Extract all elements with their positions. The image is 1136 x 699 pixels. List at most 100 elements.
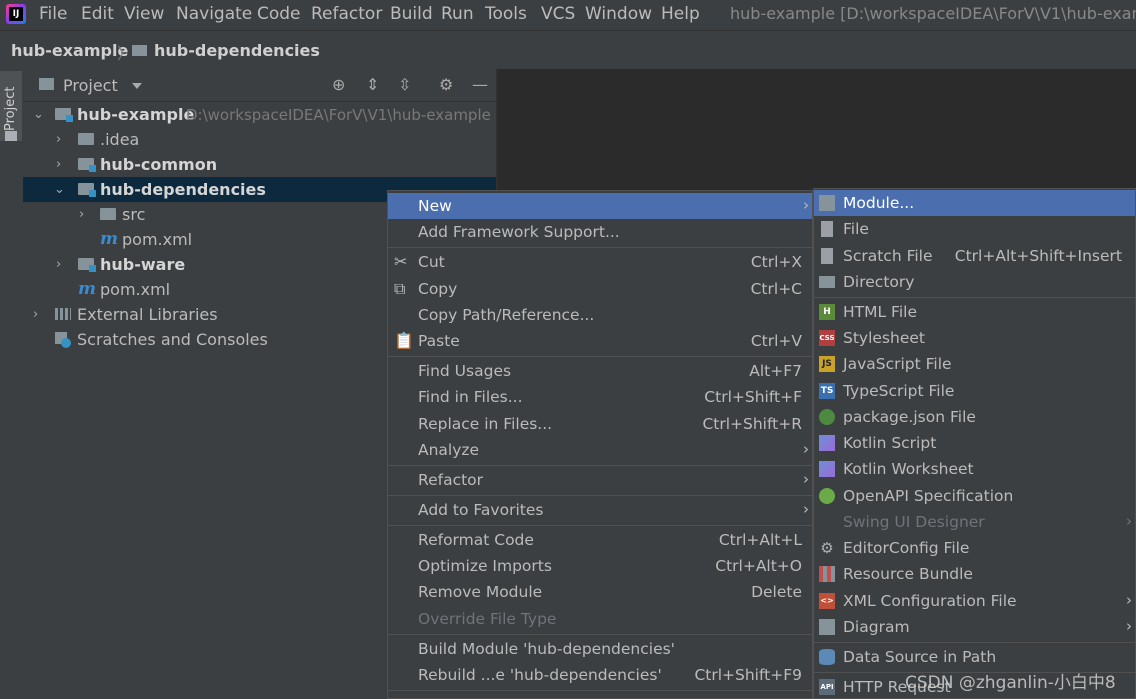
- menu-navigate[interactable]: Navigate: [176, 4, 252, 24]
- menu-item-find-usages[interactable]: Find Usages Alt+F7: [388, 358, 812, 384]
- folder-icon: [5, 131, 17, 141]
- menu-item-label: Cut: [418, 253, 445, 271]
- submenu-item-scratch-file[interactable]: Scratch File Ctrl+Alt+Shift+Insert: [814, 243, 1135, 269]
- minimize-icon[interactable]: —: [472, 77, 488, 93]
- submenu-item-label: Stylesheet: [843, 329, 925, 347]
- menu-item-add-framework-support[interactable]: Add Framework Support...: [388, 219, 812, 245]
- module-folder-icon: [78, 183, 96, 197]
- intellij-logo-icon: [6, 4, 26, 24]
- menu-code[interactable]: Code: [257, 4, 301, 24]
- submenu-item-javascript-file[interactable]: JS JavaScript File: [814, 351, 1135, 377]
- menu-item-label: Optimize Imports: [418, 557, 552, 575]
- submenu-item-kotlin-worksheet[interactable]: Kotlin Worksheet: [814, 456, 1135, 482]
- project-pane-title[interactable]: Project: [63, 76, 118, 95]
- menu-item-label: Find in Files...: [418, 388, 523, 406]
- menu-item-add-to-favorites[interactable]: Add to Favorites ›: [388, 497, 812, 523]
- menu-item-remove-module[interactable]: Remove Module Delete: [388, 579, 812, 605]
- menu-item-label: Replace in Files...: [418, 415, 553, 433]
- clipboard-icon: 📋: [394, 331, 414, 350]
- submenu-item-label: Directory: [843, 273, 915, 291]
- submenu-item-openapi[interactable]: OpenAPI Specification: [814, 483, 1135, 509]
- chevron-down-icon[interactable]: ⌄: [54, 182, 65, 197]
- submenu-item-resource-bundle[interactable]: Resource Bundle: [814, 561, 1135, 587]
- chevron-right-icon[interactable]: ›: [56, 132, 61, 147]
- tree-item-hub-common[interactable]: › hub-common: [23, 152, 496, 177]
- menu-item-copy-path[interactable]: Copy Path/Reference...: [388, 302, 812, 328]
- tree-item-label: hub-common: [100, 155, 218, 174]
- menu-item-label: Copy Path/Reference...: [418, 306, 595, 324]
- menu-item-build-module[interactable]: Build Module 'hub-dependencies': [388, 636, 812, 662]
- chevron-right-icon[interactable]: ›: [33, 307, 38, 322]
- chevron-right-icon[interactable]: ›: [79, 207, 84, 222]
- menu-run[interactable]: Run: [441, 4, 474, 24]
- menu-file[interactable]: File: [39, 4, 67, 24]
- menu-item-refactor[interactable]: Refactor ›: [388, 467, 812, 493]
- breadcrumb-project[interactable]: hub-example: [11, 41, 128, 60]
- expand-all-icon[interactable]: ⇕: [366, 77, 379, 93]
- menu-item-replace-in-files[interactable]: Replace in Files... Ctrl+Shift+R: [388, 411, 812, 437]
- submenu-item-label: Resource Bundle: [843, 565, 973, 583]
- menu-help[interactable]: Help: [661, 4, 700, 24]
- menu-item-optimize-imports[interactable]: Optimize Imports Ctrl+Alt+O: [388, 553, 812, 579]
- folder-icon: [100, 208, 116, 220]
- menu-edit[interactable]: Edit: [81, 4, 114, 24]
- tree-item-hub-example[interactable]: ⌄ hub-example D:\workspaceIDEA\ForV\V1\h…: [23, 102, 496, 127]
- collapse-all-icon[interactable]: ⇳: [398, 77, 411, 93]
- new-submenu: Module... File Scratch File Ctrl+Alt+Shi…: [813, 188, 1136, 699]
- menu-item-paste[interactable]: 📋 Paste Ctrl+V: [388, 328, 812, 354]
- submenu-item-diagram[interactable]: Diagram ›: [814, 614, 1135, 640]
- submenu-item-package-json[interactable]: package.json File: [814, 404, 1135, 430]
- menu-separator: [388, 465, 812, 466]
- chevron-down-icon[interactable]: [132, 83, 142, 89]
- submenu-item-stylesheet[interactable]: CSS Stylesheet: [814, 325, 1135, 351]
- menu-item-rebuild-module[interactable]: Rebuild ...e 'hub-dependencies' Ctrl+Shi…: [388, 662, 812, 688]
- menu-item-shortcut: Ctrl+Shift+F: [704, 388, 802, 406]
- locate-icon[interactable]: ⊕: [332, 77, 345, 93]
- tree-item-label: hub-example: [77, 105, 195, 124]
- submenu-item-file[interactable]: File: [814, 216, 1135, 242]
- menu-window[interactable]: Window: [585, 4, 652, 24]
- submenu-item-typescript-file[interactable]: TS TypeScript File: [814, 378, 1135, 404]
- menu-tools[interactable]: Tools: [485, 4, 527, 24]
- breadcrumb: hub-example 〉 hub-dependencies: [0, 30, 1136, 70]
- chevron-down-icon[interactable]: ⌄: [33, 107, 44, 122]
- submenu-item-module[interactable]: Module...: [814, 190, 1135, 216]
- submenu-item-label: JavaScript File: [843, 355, 952, 373]
- diagram-icon: [819, 619, 835, 635]
- menu-item-label: Add Framework Support...: [418, 223, 620, 241]
- menu-view[interactable]: View: [124, 4, 164, 24]
- menu-refactor[interactable]: Refactor: [311, 4, 382, 24]
- menu-item-copy[interactable]: ⧉ Copy Ctrl+C: [388, 276, 812, 302]
- breadcrumb-module[interactable]: hub-dependencies: [154, 41, 320, 60]
- gear-icon: ⚙: [820, 539, 834, 557]
- menu-item-reformat-code[interactable]: Reformat Code Ctrl+Alt+L: [388, 527, 812, 553]
- menu-item-analyze[interactable]: Analyze ›: [388, 437, 812, 463]
- chevron-right-icon: ›: [1126, 512, 1132, 530]
- submenu-item-data-source-in-path[interactable]: Data Source in Path: [814, 644, 1135, 670]
- submenu-item-editorconfig[interactable]: ⚙ EditorConfig File: [814, 535, 1135, 561]
- gear-icon[interactable]: ⚙: [439, 77, 453, 93]
- submenu-item-kotlin-script[interactable]: Kotlin Script: [814, 430, 1135, 456]
- menu-item-label: Add to Favorites: [418, 501, 544, 519]
- menu-vcs[interactable]: VCS: [541, 4, 575, 24]
- submenu-item-label: OpenAPI Specification: [843, 487, 1014, 505]
- submenu-item-directory[interactable]: Directory: [814, 269, 1135, 295]
- window-title: hub-example [D:\workspaceIDEA\ForV\V1\hu…: [730, 4, 1136, 23]
- project-tool-tab[interactable]: Project: [0, 71, 22, 141]
- scratch-file-icon: [821, 248, 833, 264]
- menu-separator: [388, 525, 812, 526]
- submenu-item-html-file[interactable]: H HTML File: [814, 299, 1135, 325]
- tree-item-label: hub-ware: [100, 255, 186, 274]
- chevron-right-icon: ›: [803, 440, 809, 458]
- project-view-icon: [39, 78, 54, 90]
- submenu-item-xml-configuration[interactable]: <> XML Configuration File ›: [814, 588, 1135, 614]
- menu-item-new[interactable]: New ›: [388, 193, 812, 219]
- menu-item-cut[interactable]: ✂ Cut Ctrl+X: [388, 249, 812, 275]
- menu-build[interactable]: Build: [390, 4, 433, 24]
- chevron-right-icon[interactable]: ›: [56, 257, 61, 272]
- chevron-right-icon[interactable]: ›: [56, 157, 61, 172]
- tree-item-label: External Libraries: [77, 305, 218, 324]
- project-pane-header: Project ⊕ ⇕ ⇳ ⚙ —: [23, 69, 496, 102]
- menu-item-find-in-files[interactable]: Find in Files... Ctrl+Shift+F: [388, 384, 812, 410]
- tree-item-idea[interactable]: › .idea: [23, 127, 496, 152]
